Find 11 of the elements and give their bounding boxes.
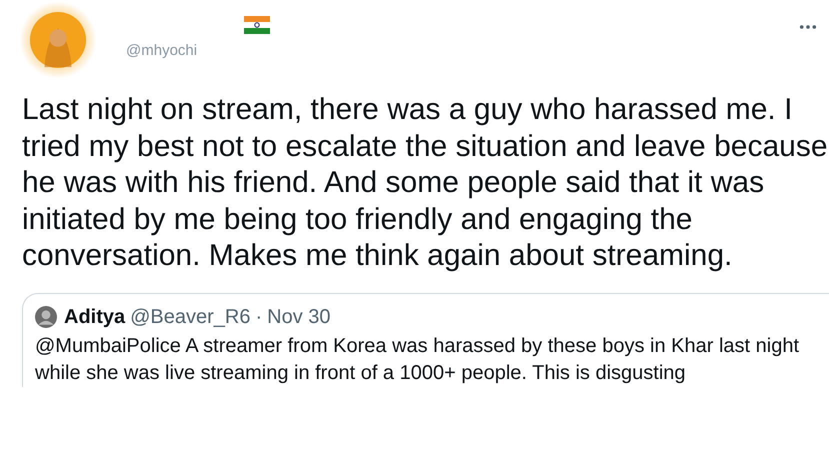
tweet-text: Last night on stream, there was a guy who harassed me. I tried my best not to escalate the situation and leave because he was with his friend. And some people said that it was initiated by me being too friendly and engaging the conversation. Makes me think again about streaming. (22, 92, 829, 274)
tweet-date: Nov 30 (267, 306, 331, 328)
separator-dot: · (256, 306, 262, 328)
author-name: Aditya (64, 306, 126, 328)
quoted-tweet-card[interactable]: Aditya @Beaver_R6 · Nov 30 @MumbaiPolice A streamer from Korea was harassed by these boys in Khar last night while she was live streaming in front of a 1000+ people. This is disgusting (22, 292, 829, 386)
flag-icon (244, 16, 270, 34)
author-handle: @Beaver_R6 (130, 306, 250, 328)
more-icon[interactable] (799, 24, 817, 30)
avatar-icon[interactable] (29, 11, 87, 69)
quoted-tweet-text: @MumbaiPolice A streamer from Korea was harassed by these boys in Khar last night while she was live streaming in front of a 1000+ people. This is disgusting (35, 334, 800, 386)
avatar-icon (35, 306, 57, 328)
